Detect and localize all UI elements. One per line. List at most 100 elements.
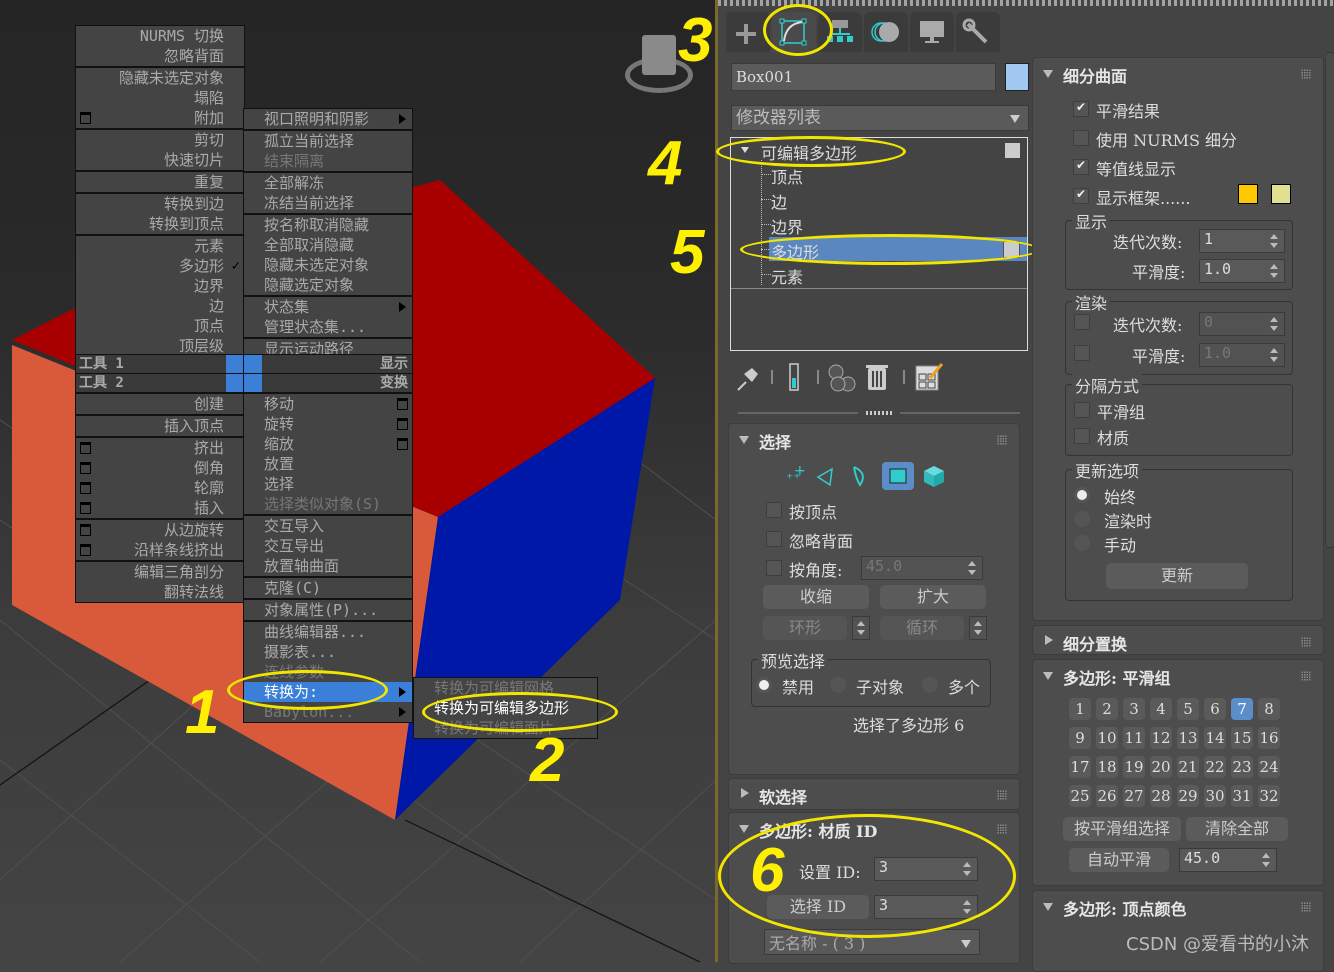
panel-scrollbar[interactable] [1325,52,1334,548]
menu-item[interactable]: 多边形 ✓ [76,256,244,276]
smoothing-group-button[interactable]: 22 [1204,756,1226,778]
menu-item[interactable]: 交互导入 [244,516,412,536]
smoothing-group-button[interactable]: 21 [1177,756,1199,778]
sep-smoothing-checkbox[interactable] [1074,402,1090,418]
grip-icon[interactable] [997,824,1007,834]
smoothing-group-button[interactable]: 27 [1123,785,1145,807]
smoothing-group-button[interactable]: 5 [1177,698,1199,720]
smoothing-group-button[interactable]: 20 [1150,756,1172,778]
angle-spinner[interactable]: 45.0 [861,556,983,580]
menu-item[interactable]: 状态集 [244,297,412,317]
loop-spinner[interactable] [969,616,987,640]
menu-item[interactable]: 隐藏未选定对象 [244,255,412,275]
border-mode-icon[interactable] [853,466,864,487]
smoothing-group-button[interactable]: 8 [1258,698,1280,720]
auto-smooth-spinner[interactable]: 45.0 [1179,848,1277,872]
smoothing-group-button[interactable]: 7 [1231,698,1253,720]
menu-item[interactable]: 边 [76,296,244,316]
settings-box-icon[interactable] [397,418,408,430]
settings-box-icon[interactable] [397,438,408,450]
menu-item[interactable]: 剪切 [76,130,244,150]
settings-box-icon[interactable] [80,112,91,124]
material-name-dropdown[interactable]: 无名称 - ( 3 ) [764,929,980,955]
clear-all-button[interactable]: 清除全部 [1186,817,1288,841]
settings-box-icon[interactable] [80,442,91,454]
smoothing-group-button[interactable]: 28 [1150,785,1172,807]
menu-item[interactable]: 创建 [76,394,244,414]
smoothing-group-button[interactable]: 31 [1231,785,1253,807]
stack-subobject-item[interactable]: 顶点 [731,162,1027,187]
grip-icon[interactable] [1301,69,1311,79]
stack-light-bulb-toggle[interactable] [1005,143,1020,158]
update-always-radio[interactable] [1074,487,1090,503]
quad-corner-marker[interactable] [226,355,244,373]
menu-item[interactable]: 放置 [244,454,412,474]
vertex-mode-icon[interactable]: ⁺⁺+ [786,463,806,487]
rollout-subdivision-header[interactable]: 细分曲面 [1033,58,1323,88]
modifier-list-dropdown[interactable]: 修改器列表 [731,105,1029,131]
settings-box-icon[interactable] [80,462,91,474]
quad-corner-marker[interactable] [244,355,262,373]
submenu-item[interactable]: 转换为可编辑多边形 [414,698,597,718]
submenu-item[interactable]: 转换为可编辑网格 [414,678,597,698]
smoothing-group-button[interactable]: 17 [1069,756,1091,778]
by-angle-checkbox[interactable] [766,560,782,576]
submenu-item[interactable]: 转换为可编辑面片 [414,718,597,738]
update-rendering-radio[interactable] [1074,511,1090,527]
menu-item[interactable]: 隐藏未选定对象 [76,68,244,88]
menu-item[interactable]: 翻转法线 [76,582,244,602]
remove-modifier-icon[interactable] [866,365,888,390]
menu-item[interactable]: 从边旋转 [76,520,244,540]
menu-item[interactable]: 转换到顶点 [76,214,244,234]
smoothing-group-button[interactable]: 26 [1096,785,1118,807]
tab-motion[interactable] [864,12,908,52]
smoothing-group-button[interactable]: 30 [1204,785,1226,807]
menu-item[interactable]: 结束隔离 [244,151,412,171]
ring-spinner[interactable] [852,616,870,640]
object-name-input[interactable] [731,63,996,91]
smoothing-group-button[interactable]: 19 [1123,756,1145,778]
menu-item[interactable]: NURMS 切换 [76,26,244,46]
tab-modify[interactable] [772,12,816,52]
quad-corner-marker[interactable] [226,374,244,392]
tab-hierarchy[interactable] [818,12,862,52]
smoothing-group-button[interactable]: 1 [1069,698,1091,720]
smoothing-group-button[interactable]: 16 [1258,727,1280,749]
menu-item[interactable]: 转换到边 [76,194,244,214]
by-vertex-checkbox[interactable] [766,502,782,518]
smoothing-group-button[interactable]: 18 [1096,756,1118,778]
stack-light-bulb-toggle[interactable] [1003,241,1020,258]
grip-icon[interactable] [1301,637,1311,647]
smoothing-group-button[interactable]: 14 [1204,727,1226,749]
show-end-result-icon[interactable] [789,363,799,391]
menu-item[interactable]: Babylon... [244,702,412,722]
menu-item[interactable]: 视口照明和阴影 [244,109,412,129]
loop-button[interactable]: 循环 [880,616,964,640]
stack-subobject-item[interactable]: 边 [731,187,1027,212]
element-mode-icon[interactable] [924,466,944,487]
menu-item[interactable]: 旋转 [244,414,412,434]
rollout-smoothing-header[interactable]: 多边形: 平滑组 [1033,660,1323,690]
preview-subobject-radio[interactable] [830,677,846,693]
use-nurms-checkbox[interactable] [1073,130,1089,146]
menu-item[interactable]: 孤立当前选择 [244,131,412,151]
grip-icon[interactable] [1301,902,1311,912]
configure-modifier-sets-icon[interactable] [915,363,944,391]
menu-item[interactable]: 缩放 [244,434,412,454]
menu-item[interactable]: 连线参数 [244,662,412,682]
smoothing-group-button[interactable]: 25 [1069,785,1091,807]
menu-item[interactable]: 放置轴曲面 [244,556,412,576]
smoothing-group-button[interactable]: 32 [1258,785,1280,807]
menu-item[interactable]: 沿样条线挤出 [76,540,244,560]
render-iterations-spinner[interactable]: 0 [1199,312,1285,336]
rollout-displacement-header[interactable]: 细分置换 [1033,626,1323,656]
rollout-selection-header[interactable]: 选择 [729,424,1019,454]
settings-box-icon[interactable] [80,482,91,494]
auto-smooth-button[interactable]: 自动平滑 [1069,848,1169,872]
menu-item[interactable]: 移动 [244,394,412,414]
select-id-spinner[interactable]: 3 [874,895,978,919]
menu-item[interactable]: 交互导出 [244,536,412,556]
menu-item[interactable]: 编辑三角剖分 [76,562,244,582]
grip-icon[interactable] [1301,671,1311,681]
select-by-sg-button[interactable]: 按平滑组选择 [1063,817,1181,841]
